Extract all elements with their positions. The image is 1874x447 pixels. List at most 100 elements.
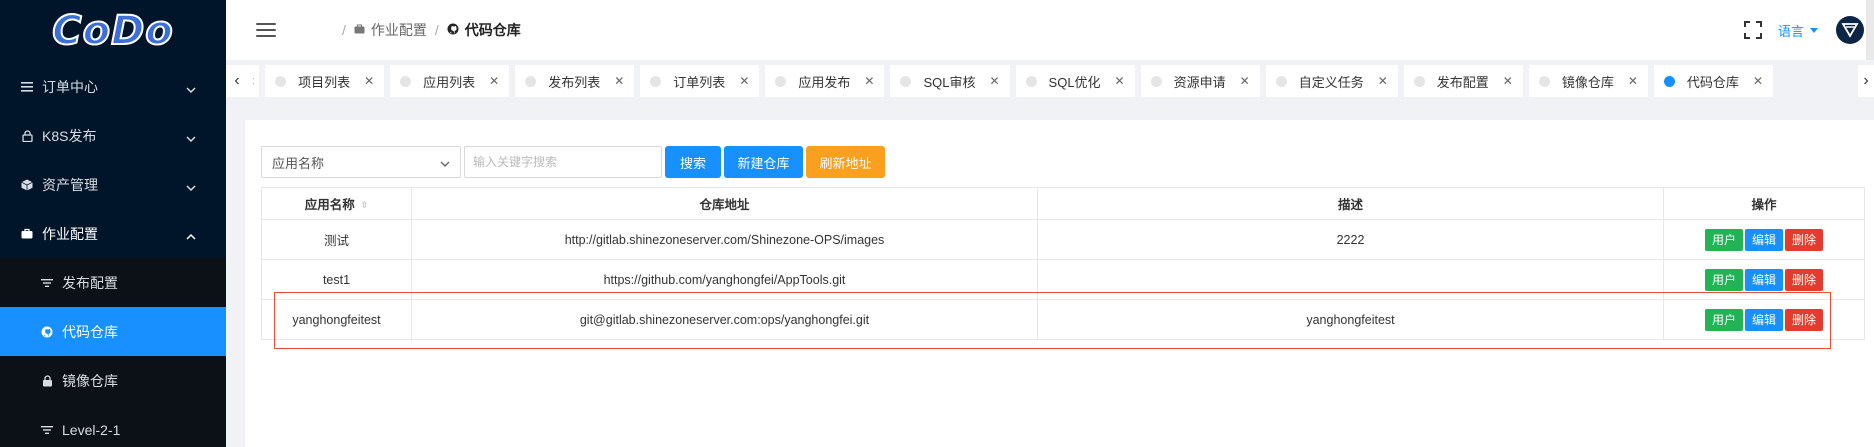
- tab-status-dot: [775, 75, 787, 87]
- sidebar-item-assets[interactable]: 资产管理: [0, 160, 226, 209]
- tab-status-dot: [1025, 75, 1037, 87]
- breadcrumb-separator: /: [434, 22, 439, 38]
- edit-button[interactable]: 编辑: [1744, 308, 1783, 331]
- close-icon[interactable]: ✕: [1240, 74, 1250, 88]
- search-input[interactable]: [464, 146, 662, 178]
- language-dropdown[interactable]: 语言: [1778, 21, 1818, 40]
- tab-item[interactable]: 订单列表 ✕: [640, 65, 760, 97]
- sidebar-subitem-label: 代码仓库: [62, 323, 118, 340]
- column-header-description: 描述: [1037, 187, 1664, 220]
- main-content: 应用名称 搜索 新建仓库 刷新地址 应用名称 ⇳ 仓库地址 描述 操作 测试htt…: [245, 120, 1874, 447]
- tab-partial-marker: :: [252, 75, 256, 87]
- close-icon[interactable]: ✕: [1115, 74, 1125, 88]
- user-button[interactable]: 用户: [1704, 268, 1743, 291]
- breadcrumb-item-code-repo: 代码仓库: [447, 20, 521, 40]
- sidebar-item-job-config[interactable]: 作业配置: [0, 209, 226, 258]
- tab-label: 镜像仓库: [1561, 74, 1614, 90]
- tab-item[interactable]: 发布配置 ✕: [1403, 65, 1523, 97]
- user-button[interactable]: 用户: [1704, 228, 1743, 251]
- new-repo-button[interactable]: 新建仓库: [724, 146, 803, 178]
- cube-icon: [20, 178, 34, 192]
- close-icon[interactable]: ✕: [1628, 74, 1638, 88]
- tab-label: 发布列表: [548, 74, 601, 90]
- sidebar-subitem-image-repo[interactable]: 镜像仓库: [0, 356, 226, 405]
- column-header-label: 描述: [1337, 198, 1363, 212]
- sidebar-item-k8s[interactable]: K8S发布: [0, 111, 226, 160]
- tab-item[interactable]: 镜像仓库 ✕: [1528, 65, 1648, 97]
- tab-item[interactable]: 资源申请 ✕: [1140, 65, 1260, 97]
- tab-status-dot: [525, 75, 537, 87]
- fullscreen-icon[interactable]: [1743, 21, 1762, 39]
- hamburger-menu-icon[interactable]: [256, 23, 276, 37]
- cell-description: [1037, 259, 1664, 300]
- column-header-app-name[interactable]: 应用名称 ⇳: [261, 187, 412, 220]
- sidebar-item-label: 资产管理: [42, 176, 98, 193]
- field-select[interactable]: 应用名称: [261, 146, 461, 178]
- sidebar-subitem-level-2-1[interactable]: Level-2-1: [0, 405, 226, 447]
- tab-label: 发布配置: [1436, 74, 1489, 90]
- table-row: 测试 http://gitlab.shinezoneserver.com/Shin…: [261, 219, 1865, 260]
- column-header-label: 操作: [1751, 198, 1777, 212]
- tab-label: 自定义任务: [1298, 74, 1364, 90]
- sidebar-item-orders[interactable]: 订单中心: [0, 62, 226, 111]
- github-icon: [40, 325, 54, 339]
- cell-app-name: 测试: [261, 219, 412, 260]
- page-scrollbar[interactable]: [1866, 0, 1874, 60]
- refresh-address-button[interactable]: 刷新地址: [806, 146, 885, 178]
- close-icon[interactable]: ✕: [739, 74, 749, 88]
- tab-item[interactable]: 项目列表 ✕: [265, 65, 385, 97]
- cell-repo-url: git@gitlab.shinezoneserver.com:ops/yangh…: [411, 299, 1038, 340]
- edit-button[interactable]: 编辑: [1744, 228, 1783, 251]
- tab-item[interactable]: 自定义任务 ✕: [1265, 65, 1398, 97]
- tab-partial: :: [248, 65, 260, 97]
- tab-status-dot: [1413, 75, 1425, 87]
- tab-item[interactable]: SQL优化 ✕: [1015, 65, 1135, 97]
- close-icon[interactable]: ✕: [614, 74, 624, 88]
- tab-label: 应用列表: [423, 74, 476, 90]
- tab-item[interactable]: 代码仓库 ✕: [1653, 65, 1773, 97]
- avatar[interactable]: [1836, 16, 1864, 44]
- close-icon[interactable]: ✕: [989, 74, 999, 88]
- tab-label: 项目列表: [298, 74, 351, 90]
- close-icon[interactable]: ✕: [1753, 74, 1763, 88]
- tab-item[interactable]: SQL审核 ✕: [890, 65, 1010, 97]
- close-icon[interactable]: ✕: [864, 74, 874, 88]
- close-icon[interactable]: ✕: [489, 74, 499, 88]
- tabs-scroll-left-icon[interactable]: ‹: [226, 65, 248, 97]
- sidebar-subitem-release-config[interactable]: 发布配置: [0, 258, 226, 307]
- logo-text: CoDo: [51, 7, 174, 55]
- delete-button[interactable]: 删除: [1785, 228, 1824, 251]
- close-icon[interactable]: ✕: [1378, 74, 1388, 88]
- cell-app-name: yanghongfeitest: [261, 299, 412, 340]
- tab-item[interactable]: 应用列表 ✕: [390, 65, 510, 97]
- breadcrumb-item-job-config[interactable]: 作业配置: [354, 20, 427, 40]
- delete-button[interactable]: 删除: [1785, 268, 1824, 291]
- tab-item[interactable]: 应用发布 ✕: [765, 65, 885, 97]
- close-icon[interactable]: ✕: [364, 74, 374, 88]
- close-icon[interactable]: ✕: [1503, 74, 1513, 88]
- toolbar: 应用名称 搜索 新建仓库 刷新地址: [261, 146, 885, 178]
- sidebar-subitem-code-repo[interactable]: 代码仓库: [0, 307, 226, 356]
- column-header-repo-url: 仓库地址: [411, 187, 1038, 220]
- briefcase-icon: [354, 23, 365, 37]
- search-button[interactable]: 搜索: [665, 146, 721, 178]
- submenu-job-config: 发布配置 代码仓库 镜像仓库 Level-2-1: [0, 258, 226, 447]
- logo: CoDo: [0, 0, 226, 62]
- chevron-down-icon: [186, 131, 196, 142]
- tab-status-dot: [1275, 75, 1287, 87]
- column-header-label: 应用名称: [304, 198, 355, 212]
- sidebar-subitem-label: 发布配置: [62, 274, 118, 291]
- column-header-actions: 操作: [1663, 187, 1865, 220]
- edit-button[interactable]: 编辑: [1744, 268, 1783, 291]
- cell-repo-url: https://github.com/yanghongfei/AppTools.…: [411, 259, 1038, 300]
- tab-item[interactable]: 发布列表 ✕: [515, 65, 635, 97]
- cell-description: yanghongfeitest: [1037, 299, 1664, 340]
- filter-icon: [40, 423, 54, 437]
- sort-icon[interactable]: ⇳: [361, 200, 369, 211]
- tab-status-dot: [1663, 75, 1675, 87]
- delete-button[interactable]: 删除: [1785, 308, 1824, 331]
- breadcrumb-label: 作业配置: [370, 22, 427, 38]
- tabs-scroll-right-icon[interactable]: ›: [1858, 65, 1874, 97]
- tab-label: 资源申请: [1173, 74, 1226, 90]
- user-button[interactable]: 用户: [1704, 308, 1743, 331]
